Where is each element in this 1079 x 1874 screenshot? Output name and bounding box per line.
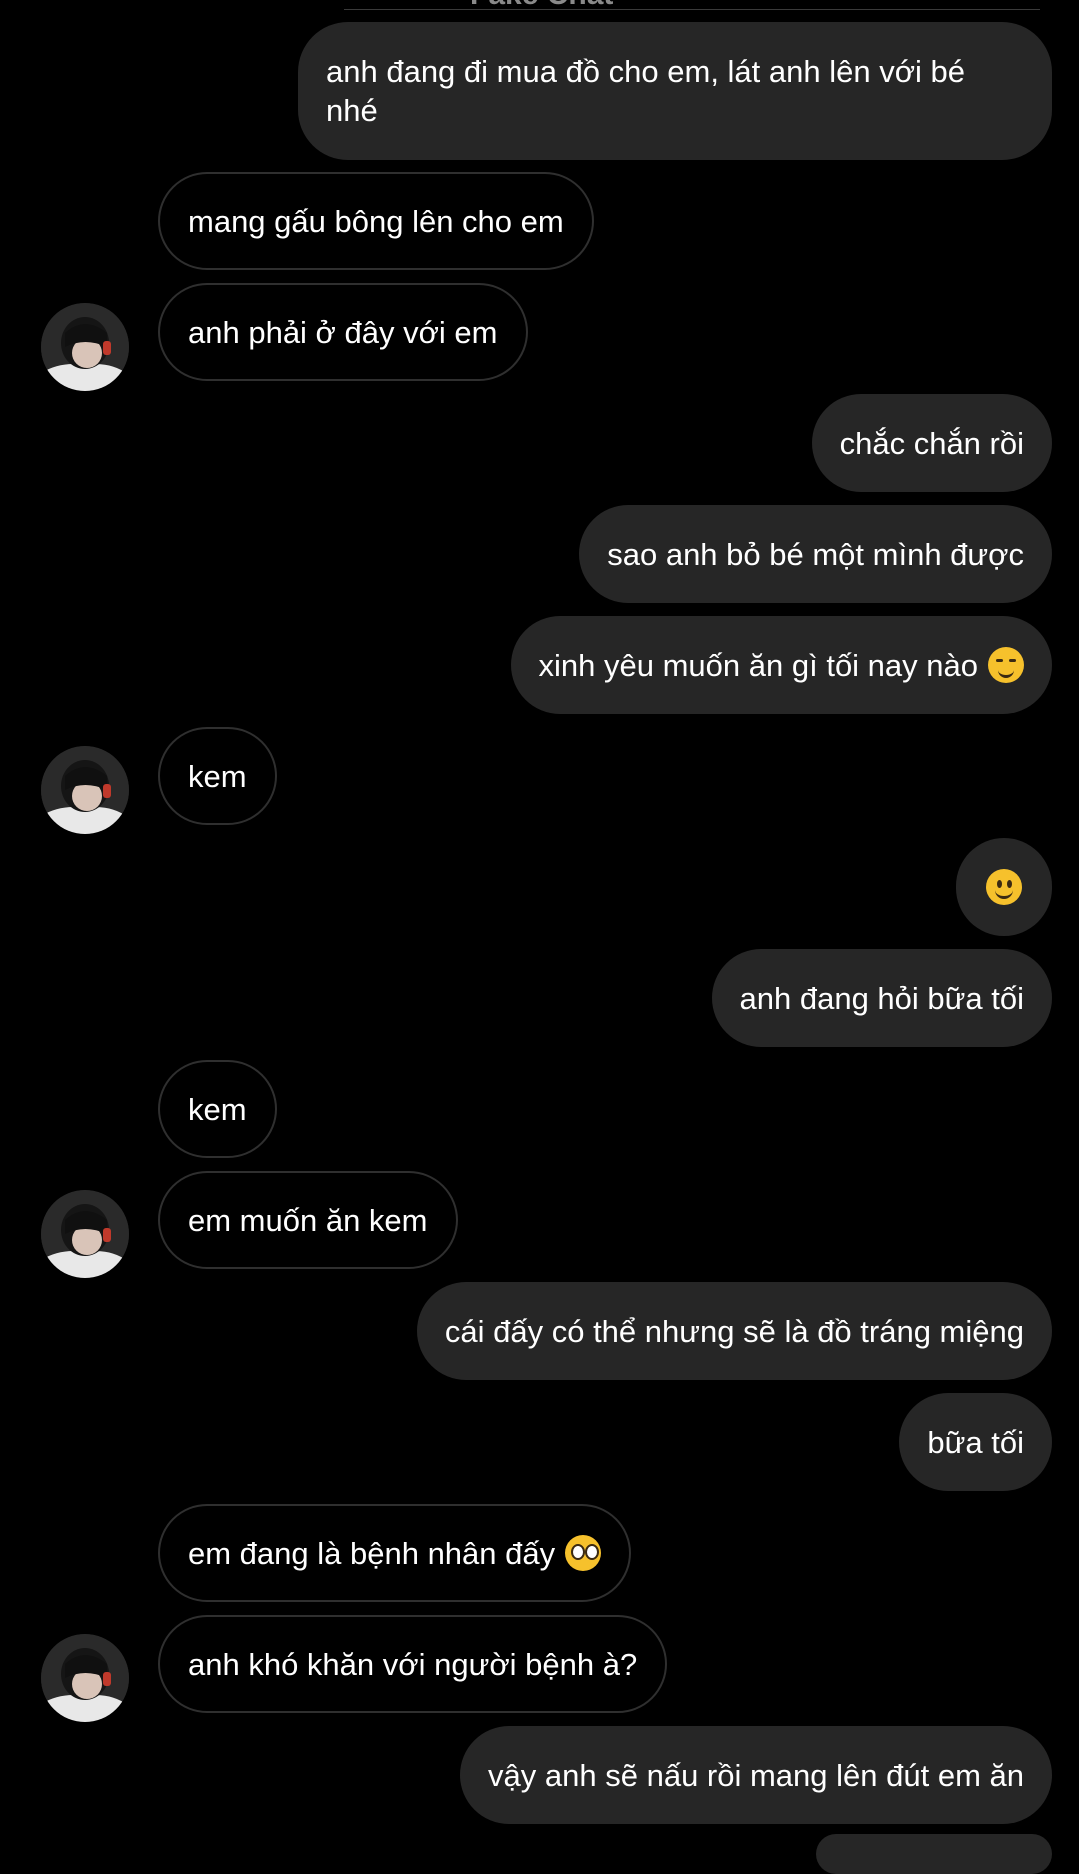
message-text: em muốn ăn kem [188,1202,428,1238]
message-text: anh khó khăn với người bệnh à? [188,1646,638,1682]
message-bubble-received[interactable]: anh khó khăn với người bệnh à? [158,1615,668,1713]
message-bubble-received[interactable]: anh phải ở đây với em [158,283,528,381]
message-bubble-sent[interactable]: vậy anh sẽ nấu rồi mang lên đút em ăn [460,1726,1052,1824]
pleading-face-icon [565,1535,602,1571]
message-text: vậy anh sẽ nấu rồi mang lên đút em ăn [488,1757,1024,1793]
message-text: mang gấu bông lên cho em [188,203,564,239]
message-text: bữa tối [927,1424,1024,1460]
avatar-image [41,746,129,834]
message-bubble-sent-partial[interactable] [816,1834,1052,1874]
message-bubble-received[interactable]: kem [158,1060,277,1158]
message-bubble-received[interactable]: em muốn ăn kem [158,1171,458,1269]
slightly-smiling-face-icon [986,869,1022,905]
avatar-image [41,1634,129,1722]
message-bubble-sent[interactable] [956,838,1052,936]
contact-avatar[interactable] [41,1190,129,1278]
message-bubble-received[interactable]: em đang là bệnh nhân đấy [158,1504,632,1602]
contact-avatar[interactable] [41,1634,129,1722]
message-bubble-sent[interactable]: anh đang hỏi bữa tối [711,949,1052,1047]
message-text: kem [188,1091,247,1127]
message-bubble-sent[interactable]: bữa tối [899,1393,1052,1491]
message-bubble-sent[interactable]: xinh yêu muốn ăn gì tối nay nào [510,616,1052,714]
message-text: sao anh bỏ bé một mình được [607,536,1024,572]
message-bubble-sent[interactable]: anh đang đi mua đồ cho em, lát anh lên v… [298,22,1052,160]
message-text: anh đang hỏi bữa tối [739,980,1024,1016]
message-text: cái đấy có thể nhưng sẽ là đồ tráng miện… [444,1313,1024,1349]
message-text: anh phải ở đây với em [188,314,498,350]
message-bubble-sent[interactable]: sao anh bỏ bé một mình được [579,505,1052,603]
message-text: kem [188,758,247,794]
chat-title-fragment: Fake Chat [470,0,613,12]
message-bubble-sent[interactable]: chắc chắn rồi [811,394,1052,492]
message-bubble-sent[interactable]: cái đấy có thể nhưng sẽ là đồ tráng miện… [416,1282,1052,1380]
avatar-image [41,1190,129,1278]
contact-avatar[interactable] [41,746,129,834]
message-text: em đang là bệnh nhân đấy [188,1535,556,1571]
message-text: xinh yêu muốn ăn gì tối nay nào [538,647,978,683]
contact-avatar[interactable] [41,303,129,391]
message-bubble-received[interactable]: kem [158,727,277,825]
smiling-face-with-smiling-eyes-icon [988,647,1024,683]
top-divider [344,9,1040,10]
avatar-image [41,303,129,391]
message-text: chắc chắn rồi [839,425,1024,461]
message-bubble-received[interactable]: mang gấu bông lên cho em [158,172,594,270]
message-text: anh đang đi mua đồ cho em, lát anh lên v… [326,54,966,128]
